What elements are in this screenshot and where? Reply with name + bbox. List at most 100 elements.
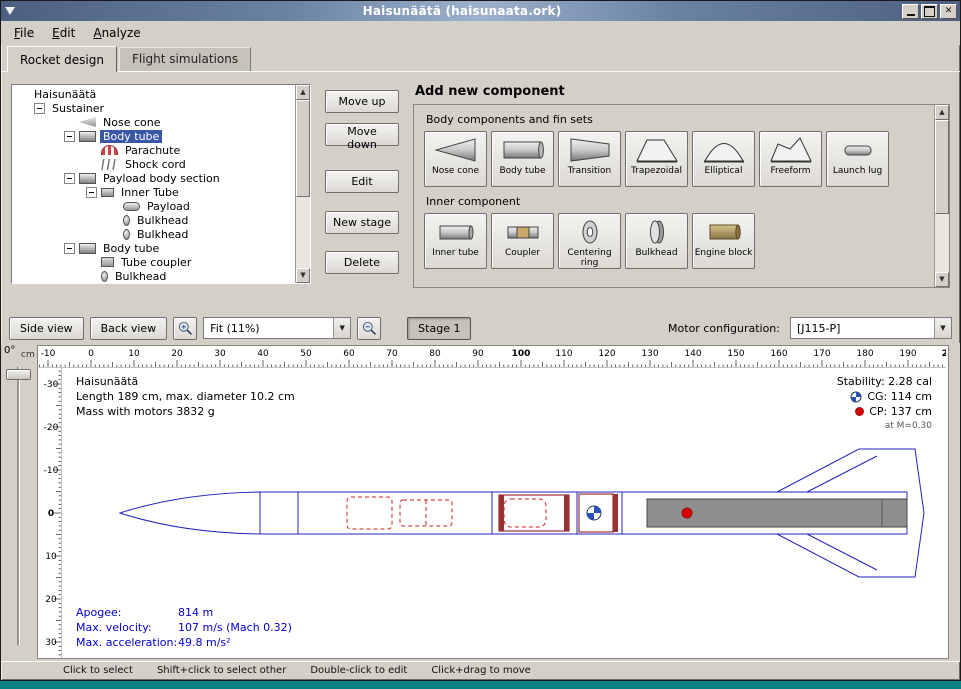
scroll-up-icon[interactable]: ▲ bbox=[935, 105, 949, 120]
back-view-button[interactable]: Back view bbox=[90, 317, 168, 340]
new-stage-button[interactable]: New stage bbox=[325, 211, 399, 234]
stability-info: Stability: 2.28 cal CG: 114 cm CP: 137 c… bbox=[837, 374, 932, 434]
window-menu-icon[interactable] bbox=[4, 5, 18, 18]
add-panel-scrollbar: ▲ ▼ bbox=[934, 105, 949, 287]
mach-condition: at M=0.30 bbox=[837, 419, 932, 434]
tree-item-nose-cone[interactable]: Nose cone bbox=[12, 115, 295, 129]
cg-value: CG: 114 cm bbox=[867, 389, 932, 404]
title-bar[interactable]: Haisunäätä (haisunaata.ork) bbox=[1, 1, 960, 21]
svg-text:110: 110 bbox=[555, 349, 572, 359]
rocket-mass: Mass with motors 3832 g bbox=[76, 404, 295, 419]
collapse-icon[interactable] bbox=[64, 243, 75, 254]
delete-button[interactable]: Delete bbox=[325, 251, 399, 274]
tree-item-bulkhead[interactable]: Bulkhead bbox=[12, 213, 295, 227]
chevron-down-icon[interactable]: ▼ bbox=[934, 318, 951, 338]
add-launch-lug-button[interactable]: Launch lug bbox=[826, 131, 889, 187]
bulkhead-outline[interactable] bbox=[613, 494, 618, 532]
parachute-outline[interactable] bbox=[347, 497, 392, 529]
minimize-button[interactable] bbox=[902, 4, 919, 19]
tree-item-tube-coupler[interactable]: Tube coupler bbox=[12, 255, 295, 269]
rotation-slider-handle[interactable] bbox=[6, 369, 31, 380]
scrollbar-thumb[interactable] bbox=[935, 120, 949, 214]
menu-bar: File Edit Analyze bbox=[1, 21, 960, 45]
add-trapezoidal-fin-button[interactable]: Trapezoidal bbox=[625, 131, 688, 187]
tree-item-parachute[interactable]: Parachute bbox=[12, 143, 295, 157]
bulkhead-outline[interactable] bbox=[564, 495, 569, 531]
centering-ring-icon bbox=[568, 217, 612, 247]
inner-component-buttons: Inner tube Coupler Centering ring Bulkhe… bbox=[424, 213, 927, 269]
menu-edit[interactable]: Edit bbox=[43, 23, 84, 43]
svg-text:80: 80 bbox=[429, 349, 441, 359]
tree-item-payload[interactable]: Payload bbox=[12, 199, 295, 213]
cg-marker bbox=[587, 506, 601, 520]
side-view-button[interactable]: Side view bbox=[9, 317, 84, 340]
add-transition-button[interactable]: Transition bbox=[558, 131, 621, 187]
collapse-icon[interactable] bbox=[34, 103, 45, 114]
nose-cone-icon bbox=[79, 117, 96, 128]
elliptical-fin-icon bbox=[702, 135, 746, 165]
zoom-in-icon bbox=[177, 320, 194, 337]
svg-text:30: 30 bbox=[214, 349, 226, 359]
svg-text:140: 140 bbox=[684, 349, 701, 359]
tab-flight-simulations[interactable]: Flight simulations bbox=[119, 47, 251, 71]
tree-item-bulkhead[interactable]: Bulkhead bbox=[12, 227, 295, 241]
rotation-slider-track[interactable] bbox=[17, 367, 20, 645]
scroll-down-icon[interactable]: ▼ bbox=[296, 268, 310, 283]
collapse-icon[interactable] bbox=[64, 131, 75, 142]
acceleration-value: 49.8 m/s² bbox=[178, 635, 231, 650]
svg-text:160: 160 bbox=[770, 349, 787, 359]
inner-component-label: Inner component bbox=[426, 195, 927, 208]
close-button[interactable] bbox=[940, 4, 957, 19]
tree-item-body-tube[interactable]: Body tube bbox=[12, 129, 295, 143]
svg-text:60: 60 bbox=[343, 349, 355, 359]
add-freeform-fin-button[interactable]: Freeform bbox=[759, 131, 822, 187]
scroll-down-icon[interactable]: ▼ bbox=[935, 272, 949, 287]
tree-item-shock-cord[interactable]: Shock cord bbox=[12, 157, 295, 171]
move-down-button[interactable]: Move down bbox=[325, 123, 399, 146]
move-up-button[interactable]: Move up bbox=[325, 90, 399, 113]
add-coupler-button[interactable]: Coupler bbox=[491, 213, 554, 269]
add-engine-block-button[interactable]: Engine block bbox=[692, 213, 755, 269]
nose-cone-outline[interactable] bbox=[120, 492, 260, 534]
payload-outline[interactable] bbox=[504, 499, 546, 527]
tree-item-body-tube-aft[interactable]: Body tube bbox=[12, 241, 295, 255]
add-bulkhead-button[interactable]: Bulkhead bbox=[625, 213, 688, 269]
add-body-tube-button[interactable]: Body tube bbox=[491, 131, 554, 187]
tree-item-sustainer[interactable]: Sustainer bbox=[12, 101, 295, 115]
edit-button[interactable]: Edit bbox=[325, 170, 399, 193]
bulkhead-icon bbox=[635, 217, 679, 247]
body-tube-outline[interactable] bbox=[260, 492, 492, 534]
add-inner-tube-button[interactable]: Inner tube bbox=[424, 213, 487, 269]
scrollbar-thumb[interactable] bbox=[296, 100, 310, 197]
scroll-up-icon[interactable]: ▲ bbox=[296, 85, 310, 100]
chevron-down-icon[interactable]: ▼ bbox=[333, 318, 350, 338]
collapse-icon[interactable] bbox=[86, 187, 97, 198]
tab-rocket-design[interactable]: Rocket design bbox=[7, 46, 117, 72]
tree-item-rocket[interactable]: Haisunäätä bbox=[12, 87, 295, 101]
add-nose-cone-button[interactable]: Nose cone bbox=[424, 131, 487, 187]
add-elliptical-fin-button[interactable]: Elliptical bbox=[692, 131, 755, 187]
motor-configuration-select[interactable]: [J115-P] ▼ bbox=[790, 317, 952, 339]
maximize-button[interactable] bbox=[921, 4, 938, 19]
nose-cone-icon bbox=[434, 135, 478, 165]
menu-file[interactable]: File bbox=[5, 23, 43, 43]
add-centering-ring-button[interactable]: Centering ring bbox=[558, 213, 621, 269]
menu-analyze[interactable]: Analyze bbox=[84, 23, 149, 43]
tree-item-payload-body-section[interactable]: Payload body section bbox=[12, 171, 295, 185]
shock-cord-icon bbox=[101, 159, 118, 170]
zoom-out-button[interactable] bbox=[357, 317, 381, 340]
bulkhead-outline[interactable] bbox=[499, 495, 504, 531]
collapse-icon[interactable] bbox=[64, 173, 75, 184]
tree-item-inner-tube[interactable]: Inner Tube bbox=[12, 185, 295, 199]
stage-1-toggle[interactable]: Stage 1 bbox=[407, 317, 471, 340]
inner-tube-icon bbox=[101, 188, 114, 197]
zoom-level-select[interactable]: Fit (11%) ▼ bbox=[203, 317, 351, 339]
coupler-icon bbox=[501, 217, 545, 247]
tree-item-bulkhead-aft[interactable]: Bulkhead bbox=[12, 269, 295, 283]
rocket-dimensions: Length 189 cm, max. diameter 10.2 cm bbox=[76, 389, 295, 404]
rocket-canvas[interactable]: Haisunäätä Length 189 cm, max. diameter … bbox=[62, 368, 946, 658]
horizontal-ruler: -100102030405060708090100110120130140150… bbox=[38, 346, 946, 368]
zoom-in-button[interactable] bbox=[173, 317, 197, 340]
rocket-design-panel: Haisunäätä Sustainer Nose cone Body tube… bbox=[1, 71, 960, 302]
inner-tube-outline[interactable] bbox=[499, 495, 569, 531]
